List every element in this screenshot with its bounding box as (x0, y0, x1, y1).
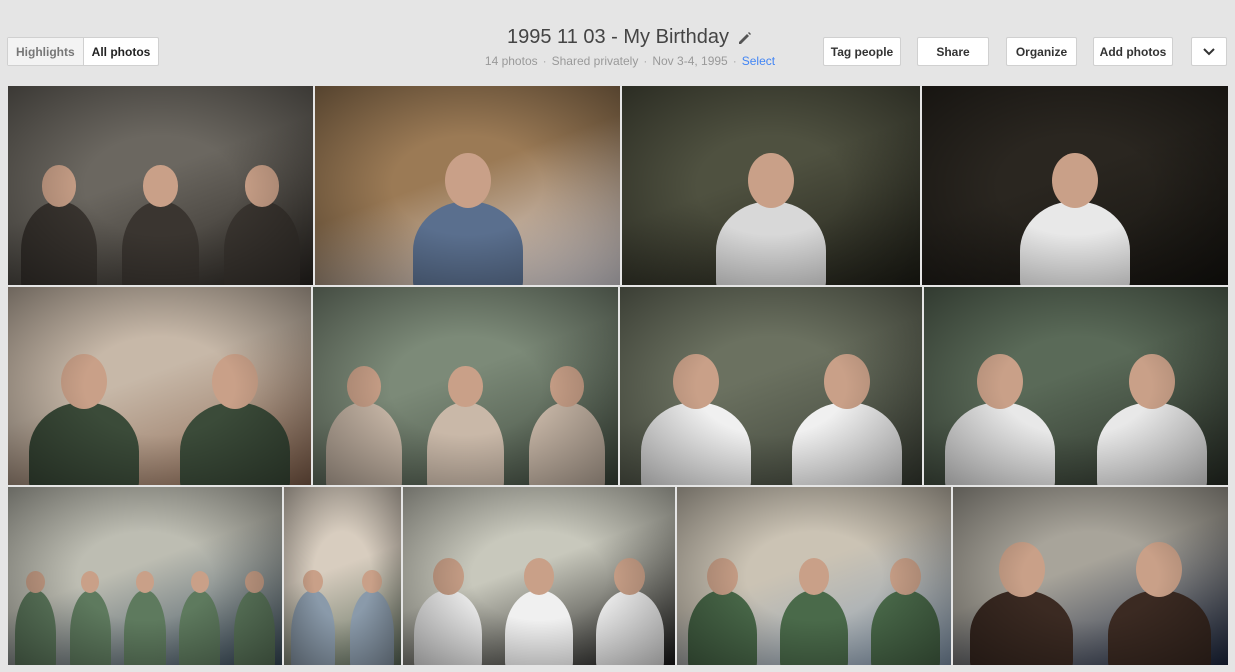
organize-button[interactable]: Organize (1006, 37, 1077, 66)
photo-vignette (315, 86, 620, 285)
photo-vignette (313, 287, 618, 485)
highlights-tab[interactable]: Highlights (8, 38, 84, 65)
photo-thumbnail[interactable] (313, 287, 618, 485)
photo-thumbnail[interactable] (284, 487, 401, 665)
pencil-icon[interactable] (737, 30, 753, 46)
photo-thumbnail[interactable] (8, 287, 311, 485)
album-header: Highlights All photos 1995 11 03 - My Bi… (0, 0, 1235, 85)
album-title-block: 1995 11 03 - My Birthday 14 photos · Share… (420, 26, 840, 68)
select-link[interactable]: Select (742, 54, 775, 68)
photo-thumbnail[interactable] (315, 86, 620, 285)
separator-dot: · (732, 54, 737, 68)
photo-thumbnail[interactable] (403, 487, 675, 665)
photo-thumbnail[interactable] (8, 86, 313, 285)
all-photos-tab[interactable]: All photos (84, 38, 159, 65)
photo-vignette (953, 487, 1228, 665)
photo-vignette (922, 86, 1228, 285)
more-options-button[interactable] (1191, 37, 1227, 66)
album-title[interactable]: 1995 11 03 - My Birthday (507, 26, 729, 49)
photo-vignette (284, 487, 401, 665)
photo-vignette (620, 287, 922, 485)
share-button[interactable]: Share (917, 37, 989, 66)
photo-thumbnail[interactable] (953, 487, 1228, 665)
date-range: Nov 3-4, 1995 (652, 54, 728, 68)
album-meta: 14 photos · Shared privately · Nov 3-4, 1995… (420, 54, 840, 68)
photo-thumbnail[interactable] (677, 487, 951, 665)
add-photos-button[interactable]: Add photos (1093, 37, 1173, 66)
photo-thumbnail[interactable] (922, 86, 1228, 285)
photo-vignette (8, 86, 313, 285)
photo-thumbnail[interactable] (8, 487, 282, 665)
tag-people-button[interactable]: Tag people (823, 37, 901, 66)
photo-thumbnail[interactable] (620, 287, 922, 485)
separator-dot: · (643, 54, 648, 68)
chevron-down-icon (1203, 45, 1215, 59)
photo-vignette (622, 86, 920, 285)
photo-vignette (924, 287, 1228, 485)
photo-vignette (8, 287, 311, 485)
photo-vignette (403, 487, 675, 665)
sharing-status: Shared privately (551, 54, 639, 68)
view-toggle: Highlights All photos (7, 37, 160, 66)
photo-count: 14 photos (484, 54, 538, 68)
separator-dot: · (542, 54, 547, 68)
photo-thumbnail[interactable] (622, 86, 920, 285)
photo-vignette (677, 487, 951, 665)
photo-vignette (8, 487, 282, 665)
photo-thumbnail[interactable] (924, 287, 1228, 485)
